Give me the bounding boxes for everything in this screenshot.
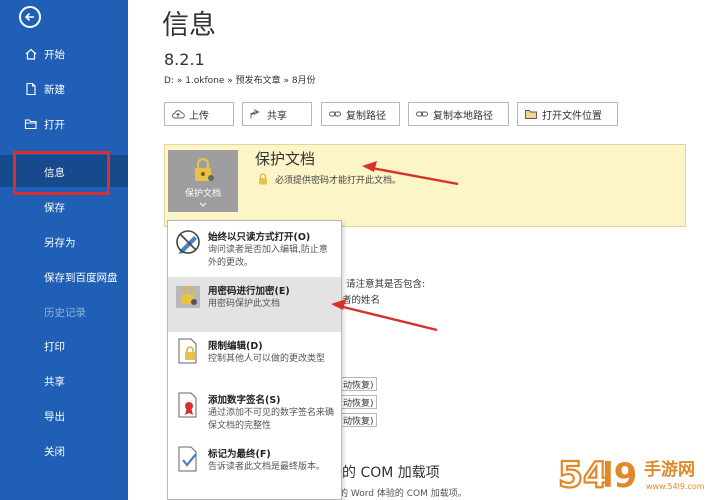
watermark-logo: 54 l9 手游网 www.54l9.com <box>557 454 705 497</box>
svg-text:www.54l9.com: www.54l9.com <box>646 482 705 491</box>
backstage-view: { "sidebar": { "items": [ {"label": "开始"… <box>0 0 711 500</box>
annotation-arrowhead-protect <box>362 161 377 172</box>
svg-text:l9: l9 <box>602 456 637 496</box>
svg-text:手游网: 手游网 <box>644 459 695 480</box>
svg-text:54: 54 <box>558 455 608 496</box>
annotation-arrow-protect <box>365 165 459 186</box>
annotation-arrow-encrypt <box>334 303 438 332</box>
annotation-arrows <box>331 161 459 332</box>
